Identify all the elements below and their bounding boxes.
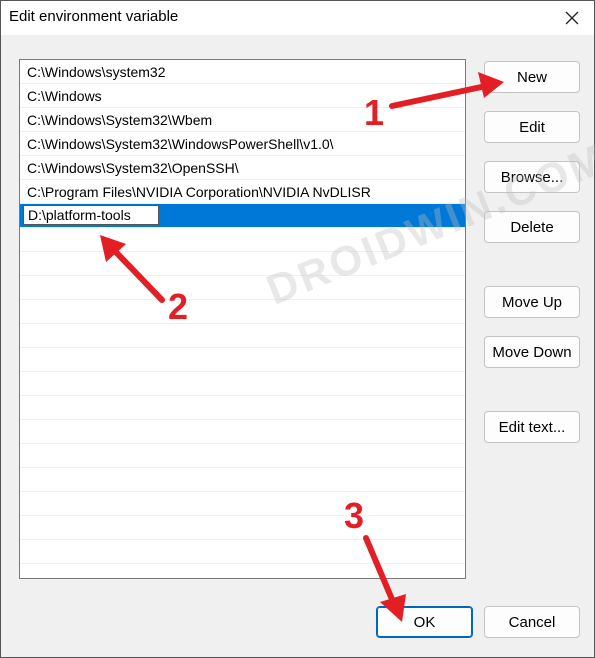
list-item[interactable]: C:\Windows\System32\WindowsPowerShell\v1… — [20, 132, 465, 156]
edit-button[interactable]: Edit — [484, 111, 580, 143]
edit-env-dialog: Edit environment variable C:\Windows\sys… — [0, 0, 595, 658]
new-button[interactable]: New — [484, 61, 580, 93]
close-button[interactable] — [550, 1, 594, 35]
ok-button[interactable]: OK — [376, 606, 473, 638]
cancel-button[interactable]: Cancel — [484, 606, 580, 638]
edit-text-button[interactable]: Edit text... — [484, 411, 580, 443]
dialog-body: C:\Windows\system32 C:\Windows C:\Window… — [1, 35, 594, 657]
list-item-empty[interactable] — [20, 324, 465, 348]
list-item-empty[interactable] — [20, 492, 465, 516]
step-number-1: 1 — [364, 92, 385, 133]
step-number-3: 3 — [344, 495, 365, 536]
list-item-empty[interactable] — [20, 468, 465, 492]
list-item-empty[interactable] — [20, 396, 465, 420]
step-number-2: 2 — [168, 286, 189, 327]
list-item[interactable]: C:\Windows — [20, 84, 465, 108]
list-item-empty[interactable] — [20, 348, 465, 372]
list-item-empty[interactable] — [20, 516, 465, 540]
list-item-empty[interactable] — [20, 420, 465, 444]
path-listbox[interactable]: C:\Windows\system32 C:\Windows C:\Window… — [19, 59, 466, 579]
list-item-empty[interactable] — [20, 540, 465, 564]
list-item-empty[interactable] — [20, 372, 465, 396]
list-item-empty[interactable] — [20, 300, 465, 324]
list-item-empty[interactable] — [20, 276, 465, 300]
move-up-button[interactable]: Move Up — [484, 286, 580, 318]
path-edit-input[interactable]: D:\platform-tools — [23, 205, 159, 225]
list-item[interactable]: C:\Windows\System32\Wbem — [20, 108, 465, 132]
list-item[interactable]: C:\Windows\System32\OpenSSH\ — [20, 156, 465, 180]
close-icon — [565, 11, 579, 25]
list-item[interactable]: C:\Windows\system32 — [20, 60, 465, 84]
window-title: Edit environment variable — [9, 8, 179, 25]
move-down-button[interactable]: Move Down — [484, 336, 580, 368]
title-bar: Edit environment variable — [1, 1, 594, 35]
list-item[interactable]: C:\Program Files\NVIDIA Corporation\NVID… — [20, 180, 465, 204]
list-item-empty[interactable] — [20, 444, 465, 468]
